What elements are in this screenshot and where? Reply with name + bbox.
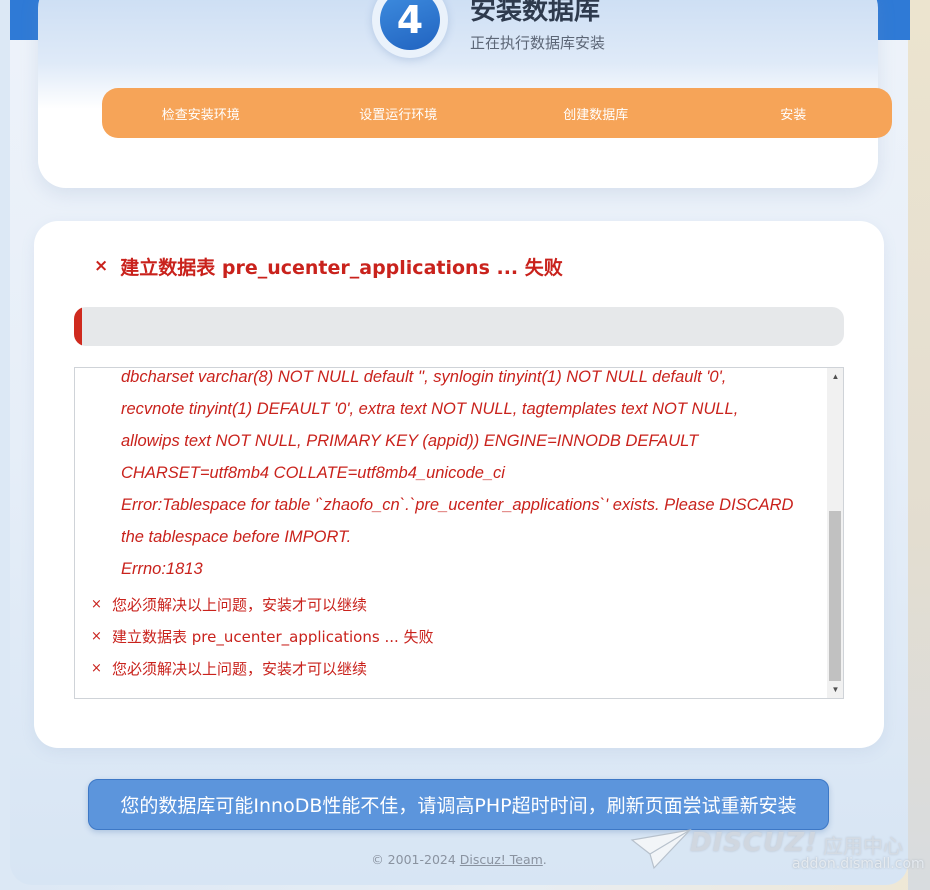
step-check-environment: 检查安装环境 (161, 107, 240, 123)
scroll-down-arrow-icon[interactable]: ▼ (827, 681, 843, 698)
log-error-text: 建立数据表 pre_ucenter_applications ... 失败 (112, 628, 434, 646)
close-icon: × (91, 661, 102, 676)
footer-suffix: . (542, 852, 547, 867)
log-scrollbar[interactable]: ▲ ▼ (827, 368, 843, 698)
log-error-text: 您必须解决以上问题，安装才可以继续 (112, 596, 368, 614)
install-status-text: 建立数据表 pre_ucenter_applications ... 失败 (120, 256, 563, 279)
scrollbar-thumb[interactable] (829, 511, 841, 681)
log-line: allowips text NOT NULL, PRIMARY KEY (app… (121, 432, 699, 450)
log-error-message: × 您必须解决以上问题，安装才可以继续 (91, 658, 367, 679)
step-setup-environment: 设置运行环境 (359, 107, 438, 123)
log-line: recvnote tinyint(1) DEFAULT '0', extra t… (121, 400, 739, 418)
install-status: × 建立数据表 pre_ucenter_applications ... 失败 (94, 253, 563, 279)
page-title: 安装数据库 (470, 0, 601, 26)
copyright-text: © 2001-2024 (371, 852, 456, 867)
scroll-up-arrow-icon[interactable]: ▲ (827, 368, 843, 385)
install-progress-bar (74, 307, 844, 346)
watermark-title: 应用中心 (823, 834, 903, 858)
close-icon: × (94, 256, 109, 276)
install-steps-bar: 检查安装环境 设置运行环境 创建数据库 安装 (102, 88, 892, 138)
watermark-url: addon.dismall.com (792, 856, 925, 872)
innodb-performance-notice: 您的数据库可能InnoDB性能不佳，请调高PHP超时时间，刷新页面尝试重新安装 (88, 779, 829, 830)
step-create-database: 创建数据库 (563, 107, 629, 123)
page-subtitle: 正在执行数据库安装 (470, 34, 606, 52)
log-line: Error:Tablespace for table '`zhaofo_cn`.… (121, 496, 794, 514)
log-line: dbcharset varchar(8) NOT NULL default ''… (121, 368, 727, 386)
paper-plane-icon (630, 829, 692, 870)
watermark-brand: DISCUZ! (690, 828, 818, 858)
log-line: Errno:1813 (121, 560, 203, 578)
log-error-message: × 您必须解决以上问题，安装才可以继续 (91, 594, 367, 615)
step-badge: 4 (372, 0, 448, 58)
close-icon: × (91, 597, 102, 612)
close-icon: × (91, 629, 102, 644)
install-progress-fill (74, 307, 82, 346)
install-header-card: 4 安装数据库 正在执行数据库安装 检查安装环境 设置运行环境 创建数据库 安装 (38, 0, 892, 188)
log-error-message: × 建立数据表 pre_ucenter_applications ... 失败 (91, 626, 434, 647)
step-number: 4 (380, 0, 440, 50)
dismall-watermark: DISCUZ! 应用中心 addon.dismall.com (630, 826, 925, 886)
log-error-text: 您必须解决以上问题，安装才可以继续 (112, 660, 368, 678)
log-line: CHARSET=utf8mb4 COLLATE=utf8mb4_unicode_… (121, 464, 505, 482)
discuz-team-link[interactable]: Discuz! Team (460, 852, 543, 867)
install-log[interactable]: dbcharset varchar(8) NOT NULL default ''… (74, 367, 844, 699)
window-edge (908, 0, 930, 890)
step-install: 安装 (780, 107, 807, 123)
log-line: the tablespace before IMPORT. (121, 528, 352, 546)
